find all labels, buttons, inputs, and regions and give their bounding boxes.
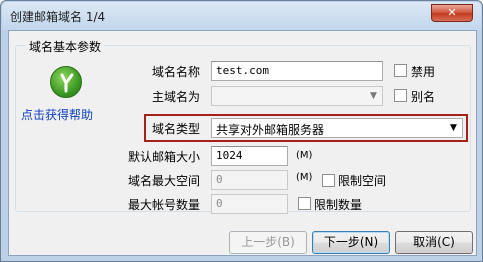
primary-domain-label: 主域名为 — [152, 90, 201, 104]
max-space-input[interactable]: 0 — [211, 170, 288, 190]
alias-label: 别名 — [411, 90, 436, 104]
close-icon: ✕ — [447, 6, 457, 19]
default-mailbox-size-input[interactable]: 1024 — [211, 146, 288, 166]
help-link[interactable]: 点击获得帮助 — [21, 106, 93, 123]
default-mailbox-size-label: 默认邮箱大小 — [128, 150, 201, 164]
max-space-label: 域名最大空间 — [128, 174, 201, 188]
max-space-unit: (M) — [296, 172, 313, 183]
limit-space-checkbox[interactable] — [322, 174, 335, 187]
basic-params-group: 域名基本参数 点击获得帮助 域名名称 test.com 禁用 主域名为 ▼ 别名 — [15, 38, 471, 214]
help-icon[interactable] — [50, 66, 82, 98]
chevron-down-icon: ▼ — [370, 91, 377, 101]
primary-domain-select[interactable]: ▼ — [211, 86, 383, 106]
domain-name-label: 域名名称 — [152, 65, 201, 79]
domain-name-input[interactable]: test.com — [211, 61, 383, 81]
chevron-down-icon: ▼ — [450, 123, 457, 133]
dialog-body: 域名基本参数 点击获得帮助 域名名称 test.com 禁用 主域名为 ▼ 别名 — [8, 30, 477, 256]
limit-count-checkbox[interactable] — [298, 197, 311, 210]
close-button[interactable]: ✕ — [431, 4, 473, 22]
domain-type-value: 共享对外邮箱服务器 — [216, 123, 325, 137]
limit-count-label: 限制数量 — [314, 198, 363, 212]
max-accounts-input[interactable]: 0 — [211, 194, 288, 214]
window-title: 创建邮箱域名 1/4 — [10, 10, 106, 24]
disable-label: 禁用 — [411, 65, 436, 79]
domain-type-select[interactable]: 共享对外邮箱服务器 ▼ — [211, 118, 463, 138]
alias-checkbox[interactable] — [394, 89, 407, 102]
limit-space-label: 限制空间 — [338, 174, 387, 188]
default-mailbox-size-unit: (M) — [296, 150, 313, 161]
disable-checkbox[interactable] — [394, 64, 407, 77]
next-button[interactable]: 下一步(N) — [312, 231, 390, 254]
max-accounts-label: 最大帐号数量 — [128, 198, 201, 212]
title-bar[interactable]: 创建邮箱域名 1/4 ✕ — [2, 2, 481, 30]
prev-button[interactable]: 上一步(B) — [229, 231, 307, 254]
cancel-button[interactable]: 取消(C) — [395, 231, 473, 254]
dialog-window: 创建邮箱域名 1/4 ✕ 域名基本参数 点击获得帮助 域名名称 test.com… — [0, 0, 483, 262]
group-legend: 域名基本参数 — [26, 38, 105, 55]
domain-type-label: 域名类型 — [152, 122, 201, 136]
